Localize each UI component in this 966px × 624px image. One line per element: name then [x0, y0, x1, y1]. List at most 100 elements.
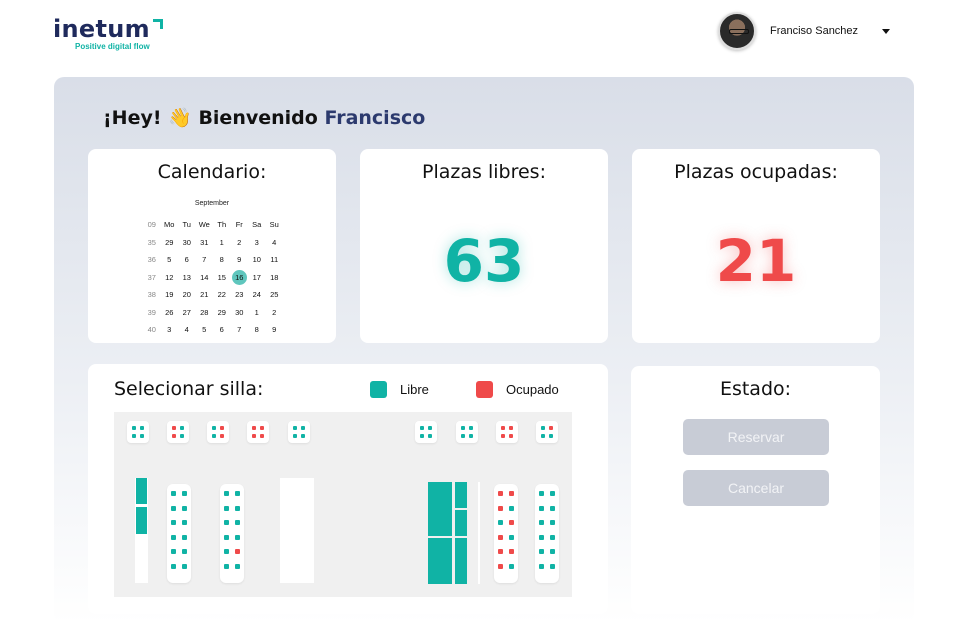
workstation-seat[interactable] — [136, 478, 147, 504]
free-seats-title: Plazas libres: — [422, 161, 546, 183]
workstation-seat[interactable] — [428, 482, 452, 536]
calendar-day[interactable]: 4 — [178, 321, 196, 339]
calendar-day[interactable]: 15 — [213, 269, 231, 287]
calendar-day[interactable]: 22 — [213, 286, 231, 304]
calendar-header-cell: Su — [269, 220, 279, 230]
seat-map-title: Selecionar silla: — [114, 378, 264, 400]
calendar-day[interactable]: 2 — [231, 234, 249, 252]
seat-pod[interactable] — [247, 421, 269, 443]
workstation-seat[interactable] — [455, 510, 467, 536]
seat-column[interactable] — [167, 484, 191, 583]
calendar-day[interactable]: 4 — [266, 234, 284, 252]
calendar-day[interactable]: 24 — [248, 286, 266, 304]
seat-pod[interactable] — [207, 421, 229, 443]
calendar-day[interactable]: 5 — [196, 321, 214, 339]
calendar-day[interactable]: 11 — [266, 251, 284, 269]
seat-pod[interactable] — [127, 421, 149, 443]
calendar-day[interactable]: 29 — [161, 234, 179, 252]
status-title: Estado: — [719, 378, 792, 400]
legend-occupied: Ocupado — [476, 381, 559, 398]
calendar-day[interactable]: 27 — [178, 304, 196, 322]
top-bar: inetum Positive digital flow Franciso Sa… — [0, 0, 966, 70]
calendar-week-number: 35 — [147, 237, 156, 247]
calendar-day[interactable]: 30 — [178, 234, 196, 252]
legend-free: Libre — [370, 381, 429, 398]
seat-pod[interactable] — [536, 421, 558, 443]
greeting-prefix: ¡Hey! — [103, 107, 162, 129]
calendar-day[interactable]: 10 — [248, 251, 266, 269]
calendar-day[interactable]: 19 — [161, 286, 179, 304]
empty-area — [280, 478, 314, 583]
seat-column[interactable] — [220, 484, 244, 583]
seat-pod[interactable] — [288, 421, 310, 443]
calendar-day[interactable]: 6 — [178, 251, 196, 269]
calendar-week-number: 37 — [147, 272, 156, 282]
calendar-title: Calendario: — [157, 161, 267, 183]
calendar-day[interactable]: 20 — [178, 286, 196, 304]
page-title: ¡Hey! 👋 Bienvenido Francisco — [103, 106, 425, 129]
calendar-day[interactable]: 26 — [161, 304, 179, 322]
cancel-button[interactable]: Cancelar — [683, 470, 829, 506]
status-card: Estado: Reservar Cancelar — [631, 366, 880, 614]
chevron-down-icon[interactable] — [882, 28, 891, 34]
seat-floor-plan — [114, 412, 572, 597]
calendar-day[interactable]: 13 — [178, 269, 196, 287]
waving-hand-icon: 👋 — [168, 107, 192, 129]
seat-pod[interactable] — [496, 421, 518, 443]
user-name: Franciso Sanchez — [770, 25, 859, 37]
seat-pod[interactable] — [415, 421, 437, 443]
reserve-button[interactable]: Reservar — [683, 419, 829, 455]
calendar-header-cell: Fr — [235, 220, 243, 230]
calendar-header-cell: Mo — [164, 220, 175, 230]
occupied-seats-title: Plazas ocupadas: — [674, 161, 838, 183]
user-menu[interactable]: Franciso Sanchez — [718, 12, 891, 50]
logo-wordmark: inetum — [53, 15, 150, 43]
calendar-day[interactable]: 6 — [213, 321, 231, 339]
greeting-name: Francisco — [324, 107, 426, 129]
calendar-day[interactable]: 1 — [248, 304, 266, 322]
calendar-day[interactable]: 9 — [231, 251, 249, 269]
divider — [478, 482, 480, 584]
calendar-day[interactable]: 29 — [213, 304, 231, 322]
calendar-day[interactable]: 23 — [231, 286, 249, 304]
calendar-day[interactable]: 21 — [196, 286, 214, 304]
calendar-header-cell: Th — [217, 220, 227, 230]
workstation-seat[interactable] — [455, 482, 467, 508]
seat-pod[interactable] — [167, 421, 189, 443]
logo-mark-icon — [152, 19, 163, 29]
avatar[interactable] — [718, 12, 756, 50]
workstation-seat[interactable] — [455, 538, 467, 584]
calendar-day[interactable]: 8 — [213, 251, 231, 269]
calendar-day[interactable]: 7 — [231, 321, 249, 339]
calendar-day[interactable]: 18 — [266, 269, 284, 287]
logo-tagline: Positive digital flow — [75, 42, 150, 51]
calendar-day[interactable]: 16 — [231, 269, 247, 285]
calendar-day[interactable]: 9 — [266, 321, 284, 339]
greeting-middle: Bienvenido — [198, 107, 318, 129]
calendar-day[interactable]: 1 — [213, 234, 231, 252]
workstation-seat[interactable] — [428, 538, 452, 584]
calendar-day[interactable]: 7 — [196, 251, 214, 269]
seat-pod[interactable] — [456, 421, 478, 443]
occupied-seats-card: Plazas ocupadas: 21 — [632, 149, 880, 343]
calendar-day[interactable]: 28 — [196, 304, 214, 322]
calendar-day[interactable]: 14 — [196, 269, 214, 287]
calendar-day[interactable]: 3 — [248, 234, 266, 252]
calendar-day[interactable]: 2 — [266, 304, 284, 322]
calendar-day[interactable]: 5 — [161, 251, 179, 269]
calendar-grid: 09 Mo Tu We Th Fr Sa Su 35 29 30 31 1 2 3 4 36 5 6 7 8 9 10 11 3… — [143, 216, 283, 339]
seat-column[interactable] — [535, 484, 559, 583]
inetum-logo[interactable]: inetum Positive digital flow — [53, 16, 163, 51]
calendar-day[interactable]: 17 — [248, 269, 266, 287]
calendar-day[interactable]: 25 — [266, 286, 284, 304]
calendar-card: Calendario: September 09 Mo Tu We Th Fr Sa Su 35… — [88, 149, 336, 343]
calendar-day[interactable]: 12 — [161, 269, 179, 287]
workstation-seat[interactable] — [136, 507, 147, 534]
calendar-day[interactable]: 30 — [231, 304, 249, 322]
calendar-day[interactable]: 31 — [196, 234, 214, 252]
seat-column[interactable] — [494, 484, 518, 583]
calendar-day[interactable]: 8 — [248, 321, 266, 339]
calendar-month: September — [194, 200, 230, 207]
calendar-day[interactable]: 3 — [161, 321, 179, 339]
legend-free-label: Libre — [400, 382, 429, 397]
